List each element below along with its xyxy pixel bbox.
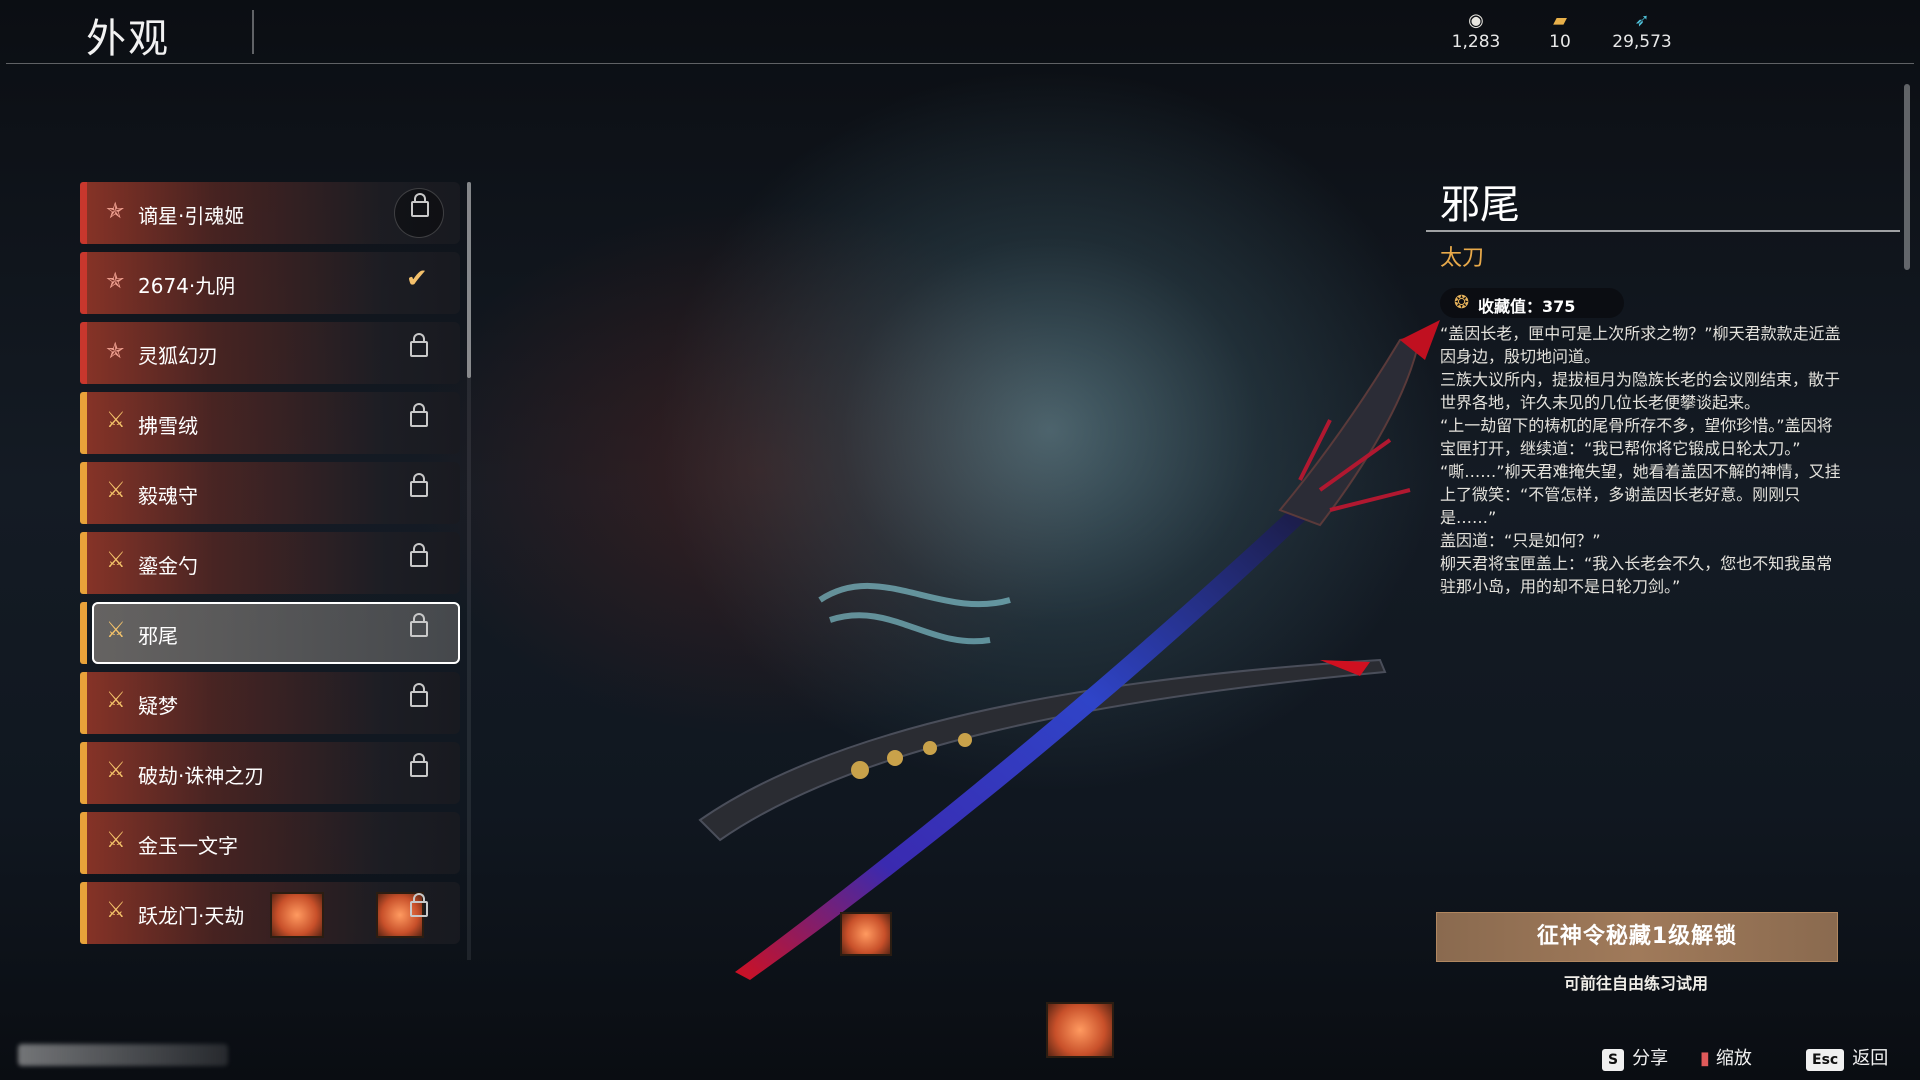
lock-icon [411, 193, 429, 217]
currency-coin-value: 1,283 [1451, 32, 1501, 52]
top-bar: 外观 ◉ 1,283 ▰ 10 ➶ 29,573 [0, 0, 1920, 64]
crossed-blades-icon: ⚔ [106, 828, 126, 853]
crossed-blades-icon: ⚔ [106, 758, 126, 783]
mouse-icon: ▮ [1700, 1048, 1710, 1069]
back-hint[interactable]: Esc 返回 [1806, 1044, 1889, 1071]
star-icon: ✯ [106, 199, 125, 224]
skin-list[interactable]: ✯ 谪星·引魂姬 ✯ 2674·九阴 ✔ ✯ 灵狐幻刃 ⚔ 拂雪绒 ⚔ 毅魂守 … [80, 182, 460, 960]
lock-icon [410, 683, 428, 707]
share-key: S [1602, 1049, 1625, 1071]
item-name: 破劫·诛神之刃 [138, 764, 265, 788]
rarity-bar [80, 182, 87, 244]
list-scrollbar-thumb[interactable] [467, 182, 471, 378]
coin-icon: ◉ [1468, 10, 1484, 31]
rarity-bar [80, 602, 87, 664]
item-name: 跃龙门·天劫 [138, 904, 245, 928]
list-item[interactable]: ⚔ 金玉一文字 [80, 812, 460, 874]
lock-icon [410, 543, 428, 567]
rarity-bar [80, 812, 87, 874]
weapon-preview[interactable] [680, 300, 1480, 980]
list-item[interactable]: ⚔ 拂雪绒 [80, 392, 460, 454]
title-divider [252, 10, 254, 54]
currency-feather: ➶ 29,573 [1602, 10, 1682, 52]
rarity-bar [80, 462, 87, 524]
item-name: 毅魂守 [138, 484, 198, 508]
rarity-bar [80, 392, 87, 454]
item-name: 谪星·引魂姬 [138, 204, 245, 228]
crossed-blades-icon: ⚔ [106, 688, 126, 713]
lock-icon [410, 403, 428, 427]
share-label: 分享 [1632, 1048, 1669, 1069]
lantern-decoration [840, 912, 892, 956]
list-item[interactable]: ⚔ 破劫·诛神之刃 [80, 742, 460, 804]
list-item-selected[interactable]: ⚔ 邪尾 [80, 602, 460, 664]
back-key: Esc [1806, 1049, 1845, 1071]
trial-hint[interactable]: 可前往自由练习试用 [1436, 970, 1836, 994]
spirit-wisps [818, 582, 1011, 645]
list-item[interactable]: ✯ 2674·九阴 ✔ [80, 252, 460, 314]
currency-feather-value: 29,573 [1612, 32, 1672, 52]
lock-icon [410, 753, 428, 777]
list-item[interactable]: ⚔ 鎏金勺 [80, 532, 460, 594]
title-underline [1426, 230, 1900, 232]
collection-value: 收藏值：375 [1478, 297, 1576, 316]
rarity-bar [80, 322, 87, 384]
lock-icon [410, 473, 428, 497]
unlock-button[interactable]: 征神令秘藏1级解锁 [1436, 912, 1838, 962]
rarity-bar [80, 742, 87, 804]
rarity-bar [80, 672, 87, 734]
lantern-decoration [1046, 1002, 1114, 1058]
check-icon: ✔ [406, 264, 428, 294]
collection-icon: ❂ [1454, 292, 1470, 313]
header-divider [6, 63, 1914, 64]
star-icon: ✯ [106, 339, 125, 364]
blurred-uid [18, 1044, 228, 1066]
lock-icon [410, 333, 428, 357]
zoom-label: 缩放 [1715, 1048, 1752, 1069]
back-label: 返回 [1852, 1048, 1889, 1069]
detail-scrollbar[interactable] [1904, 84, 1910, 270]
crossed-blades-icon: ⚔ [106, 478, 126, 503]
list-item[interactable]: ⚔ 跃龙门·天劫 [80, 882, 460, 944]
rarity-bar [80, 532, 87, 594]
crossed-blades-icon: ⚔ [106, 898, 126, 923]
rarity-bar [80, 882, 87, 944]
ticket-icon: ▰ [1553, 10, 1567, 31]
item-title: 邪尾 [1440, 182, 1520, 228]
item-name: 鎏金勺 [138, 554, 198, 578]
zoom-hint[interactable]: ▮ 缩放 [1700, 1044, 1752, 1070]
item-name: 拂雪绒 [138, 414, 198, 438]
item-name: 灵狐幻刃 [138, 344, 218, 368]
item-name: 金玉一文字 [138, 834, 238, 858]
item-name: 疑梦 [138, 694, 178, 718]
rarity-bar [80, 252, 87, 314]
crossed-blades-icon: ⚔ [106, 618, 126, 643]
star-icon: ✯ [106, 269, 125, 294]
currency-ticket: ▰ 10 [1520, 10, 1600, 52]
collection-value-badge: ❂ 收藏值：375 [1440, 288, 1624, 318]
list-item[interactable]: ✯ 灵狐幻刃 [80, 322, 460, 384]
lock-icon [410, 613, 428, 637]
list-item[interactable]: ✯ 谪星·引魂姬 [80, 182, 460, 244]
list-item[interactable]: ⚔ 毅魂守 [80, 462, 460, 524]
lock-icon [410, 893, 428, 917]
crossed-blades-icon: ⚔ [106, 548, 126, 573]
weapon-blade [735, 320, 1440, 980]
list-item[interactable]: ⚔ 疑梦 [80, 672, 460, 734]
feather-icon: ➶ [1634, 10, 1650, 31]
item-type: 太刀 [1440, 246, 1485, 271]
page-title: 外观 [86, 16, 170, 62]
currency-ticket-value: 10 [1549, 32, 1571, 52]
crossed-blades-icon: ⚔ [106, 408, 126, 433]
currency-coin: ◉ 1,283 [1436, 10, 1516, 52]
item-story: “盖因长老，匣中可是上次所求之物？”柳天君款款走近盖因身边，殷切地问道。 三族大… [1440, 324, 1841, 596]
share-hint[interactable]: S 分享 [1602, 1044, 1669, 1071]
lantern-decoration [270, 892, 324, 938]
item-name: 邪尾 [138, 624, 178, 648]
item-name: 2674·九阴 [138, 274, 236, 298]
